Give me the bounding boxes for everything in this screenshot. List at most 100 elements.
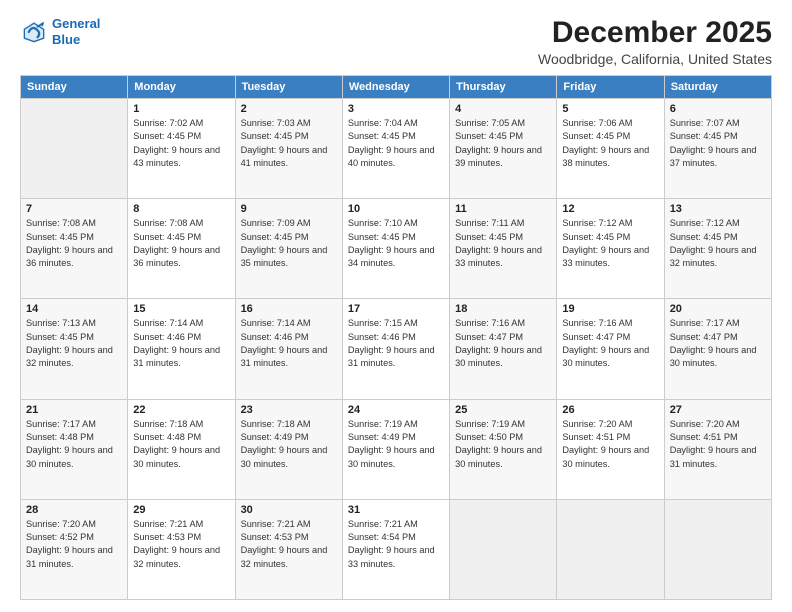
table-row: 27 Sunrise: 7:20 AM Sunset: 4:51 PM Dayl…: [664, 399, 771, 499]
day-info: Sunrise: 7:09 AM Sunset: 4:45 PM Dayligh…: [241, 217, 337, 270]
sunset: Sunset: 4:45 PM: [562, 130, 658, 143]
sunrise: Sunrise: 7:03 AM: [241, 117, 337, 130]
day-number: 7: [26, 203, 122, 215]
sunrise: Sunrise: 7:06 AM: [562, 117, 658, 130]
day-info: Sunrise: 7:21 AM Sunset: 4:53 PM Dayligh…: [241, 518, 337, 571]
sunrise: Sunrise: 7:18 AM: [133, 418, 229, 431]
day-info: Sunrise: 7:08 AM Sunset: 4:45 PM Dayligh…: [133, 217, 229, 270]
sunrise: Sunrise: 7:14 AM: [133, 317, 229, 330]
day-info: Sunrise: 7:18 AM Sunset: 4:49 PM Dayligh…: [241, 418, 337, 471]
table-row: 11 Sunrise: 7:11 AM Sunset: 4:45 PM Dayl…: [450, 199, 557, 299]
sunset: Sunset: 4:46 PM: [133, 331, 229, 344]
page: General Blue December 2025 Woodbridge, C…: [0, 0, 792, 612]
sunrise: Sunrise: 7:15 AM: [348, 317, 444, 330]
day-info: Sunrise: 7:14 AM Sunset: 4:46 PM Dayligh…: [133, 317, 229, 370]
sunrise: Sunrise: 7:14 AM: [241, 317, 337, 330]
day-number: 24: [348, 404, 444, 416]
day-number: 17: [348, 303, 444, 315]
table-row: 9 Sunrise: 7:09 AM Sunset: 4:45 PM Dayli…: [235, 199, 342, 299]
sunset: Sunset: 4:45 PM: [670, 231, 766, 244]
table-row: [557, 499, 664, 599]
day-info: Sunrise: 7:14 AM Sunset: 4:46 PM Dayligh…: [241, 317, 337, 370]
sunrise: Sunrise: 7:18 AM: [241, 418, 337, 431]
day-info: Sunrise: 7:10 AM Sunset: 4:45 PM Dayligh…: [348, 217, 444, 270]
table-row: 6 Sunrise: 7:07 AM Sunset: 4:45 PM Dayli…: [664, 99, 771, 199]
daylight: Daylight: 9 hours and 30 minutes.: [455, 344, 551, 371]
day-info: Sunrise: 7:21 AM Sunset: 4:54 PM Dayligh…: [348, 518, 444, 571]
table-row: 25 Sunrise: 7:19 AM Sunset: 4:50 PM Dayl…: [450, 399, 557, 499]
daylight: Daylight: 9 hours and 33 minutes.: [348, 544, 444, 571]
sunrise: Sunrise: 7:21 AM: [348, 518, 444, 531]
daylight: Daylight: 9 hours and 30 minutes.: [562, 444, 658, 471]
sunset: Sunset: 4:51 PM: [670, 431, 766, 444]
sunrise: Sunrise: 7:12 AM: [562, 217, 658, 230]
table-row: 26 Sunrise: 7:20 AM Sunset: 4:51 PM Dayl…: [557, 399, 664, 499]
table-row: 24 Sunrise: 7:19 AM Sunset: 4:49 PM Dayl…: [342, 399, 449, 499]
sunset: Sunset: 4:47 PM: [455, 331, 551, 344]
day-info: Sunrise: 7:08 AM Sunset: 4:45 PM Dayligh…: [26, 217, 122, 270]
day-number: 3: [348, 103, 444, 115]
day-info: Sunrise: 7:16 AM Sunset: 4:47 PM Dayligh…: [562, 317, 658, 370]
sunset: Sunset: 4:45 PM: [133, 231, 229, 244]
daylight: Daylight: 9 hours and 30 minutes.: [241, 444, 337, 471]
table-row: 17 Sunrise: 7:15 AM Sunset: 4:46 PM Dayl…: [342, 299, 449, 399]
sunset: Sunset: 4:49 PM: [241, 431, 337, 444]
sunrise: Sunrise: 7:21 AM: [133, 518, 229, 531]
day-info: Sunrise: 7:20 AM Sunset: 4:51 PM Dayligh…: [562, 418, 658, 471]
daylight: Daylight: 9 hours and 31 minutes.: [133, 344, 229, 371]
sunrise: Sunrise: 7:02 AM: [133, 117, 229, 130]
table-row: 29 Sunrise: 7:21 AM Sunset: 4:53 PM Dayl…: [128, 499, 235, 599]
daylight: Daylight: 9 hours and 38 minutes.: [562, 144, 658, 171]
day-number: 29: [133, 504, 229, 516]
daylight: Daylight: 9 hours and 39 minutes.: [455, 144, 551, 171]
sunset: Sunset: 4:45 PM: [455, 231, 551, 244]
daylight: Daylight: 9 hours and 35 minutes.: [241, 244, 337, 271]
table-row: 30 Sunrise: 7:21 AM Sunset: 4:53 PM Dayl…: [235, 499, 342, 599]
day-info: Sunrise: 7:17 AM Sunset: 4:48 PM Dayligh…: [26, 418, 122, 471]
sunset: Sunset: 4:45 PM: [348, 231, 444, 244]
sunset: Sunset: 4:46 PM: [348, 331, 444, 344]
daylight: Daylight: 9 hours and 43 minutes.: [133, 144, 229, 171]
daylight: Daylight: 9 hours and 32 minutes.: [26, 344, 122, 371]
header: General Blue December 2025 Woodbridge, C…: [20, 16, 772, 67]
day-number: 22: [133, 404, 229, 416]
sunrise: Sunrise: 7:10 AM: [348, 217, 444, 230]
daylight: Daylight: 9 hours and 31 minutes.: [26, 544, 122, 571]
daylight: Daylight: 9 hours and 36 minutes.: [26, 244, 122, 271]
sunset: Sunset: 4:45 PM: [133, 130, 229, 143]
day-number: 14: [26, 303, 122, 315]
day-number: 11: [455, 203, 551, 215]
day-info: Sunrise: 7:06 AM Sunset: 4:45 PM Dayligh…: [562, 117, 658, 170]
sunrise: Sunrise: 7:17 AM: [670, 317, 766, 330]
col-saturday: Saturday: [664, 76, 771, 99]
day-number: 8: [133, 203, 229, 215]
table-row: 5 Sunrise: 7:06 AM Sunset: 4:45 PM Dayli…: [557, 99, 664, 199]
daylight: Daylight: 9 hours and 32 minutes.: [670, 244, 766, 271]
day-info: Sunrise: 7:20 AM Sunset: 4:51 PM Dayligh…: [670, 418, 766, 471]
sunset: Sunset: 4:45 PM: [241, 231, 337, 244]
sunrise: Sunrise: 7:20 AM: [670, 418, 766, 431]
table-row: 22 Sunrise: 7:18 AM Sunset: 4:48 PM Dayl…: [128, 399, 235, 499]
col-thursday: Thursday: [450, 76, 557, 99]
day-info: Sunrise: 7:19 AM Sunset: 4:50 PM Dayligh…: [455, 418, 551, 471]
daylight: Daylight: 9 hours and 41 minutes.: [241, 144, 337, 171]
calendar-header-row: Sunday Monday Tuesday Wednesday Thursday…: [21, 76, 772, 99]
table-row: 21 Sunrise: 7:17 AM Sunset: 4:48 PM Dayl…: [21, 399, 128, 499]
sunrise: Sunrise: 7:21 AM: [241, 518, 337, 531]
table-row: 12 Sunrise: 7:12 AM Sunset: 4:45 PM Dayl…: [557, 199, 664, 299]
sunset: Sunset: 4:45 PM: [241, 130, 337, 143]
table-row: 4 Sunrise: 7:05 AM Sunset: 4:45 PM Dayli…: [450, 99, 557, 199]
sunrise: Sunrise: 7:08 AM: [133, 217, 229, 230]
day-number: 5: [562, 103, 658, 115]
col-sunday: Sunday: [21, 76, 128, 99]
sunset: Sunset: 4:51 PM: [562, 431, 658, 444]
main-title: December 2025: [538, 16, 772, 49]
sunset: Sunset: 4:52 PM: [26, 531, 122, 544]
day-number: 19: [562, 303, 658, 315]
day-number: 15: [133, 303, 229, 315]
day-info: Sunrise: 7:02 AM Sunset: 4:45 PM Dayligh…: [133, 117, 229, 170]
sunset: Sunset: 4:45 PM: [455, 130, 551, 143]
sunset: Sunset: 4:45 PM: [562, 231, 658, 244]
day-number: 9: [241, 203, 337, 215]
sunset: Sunset: 4:45 PM: [26, 331, 122, 344]
